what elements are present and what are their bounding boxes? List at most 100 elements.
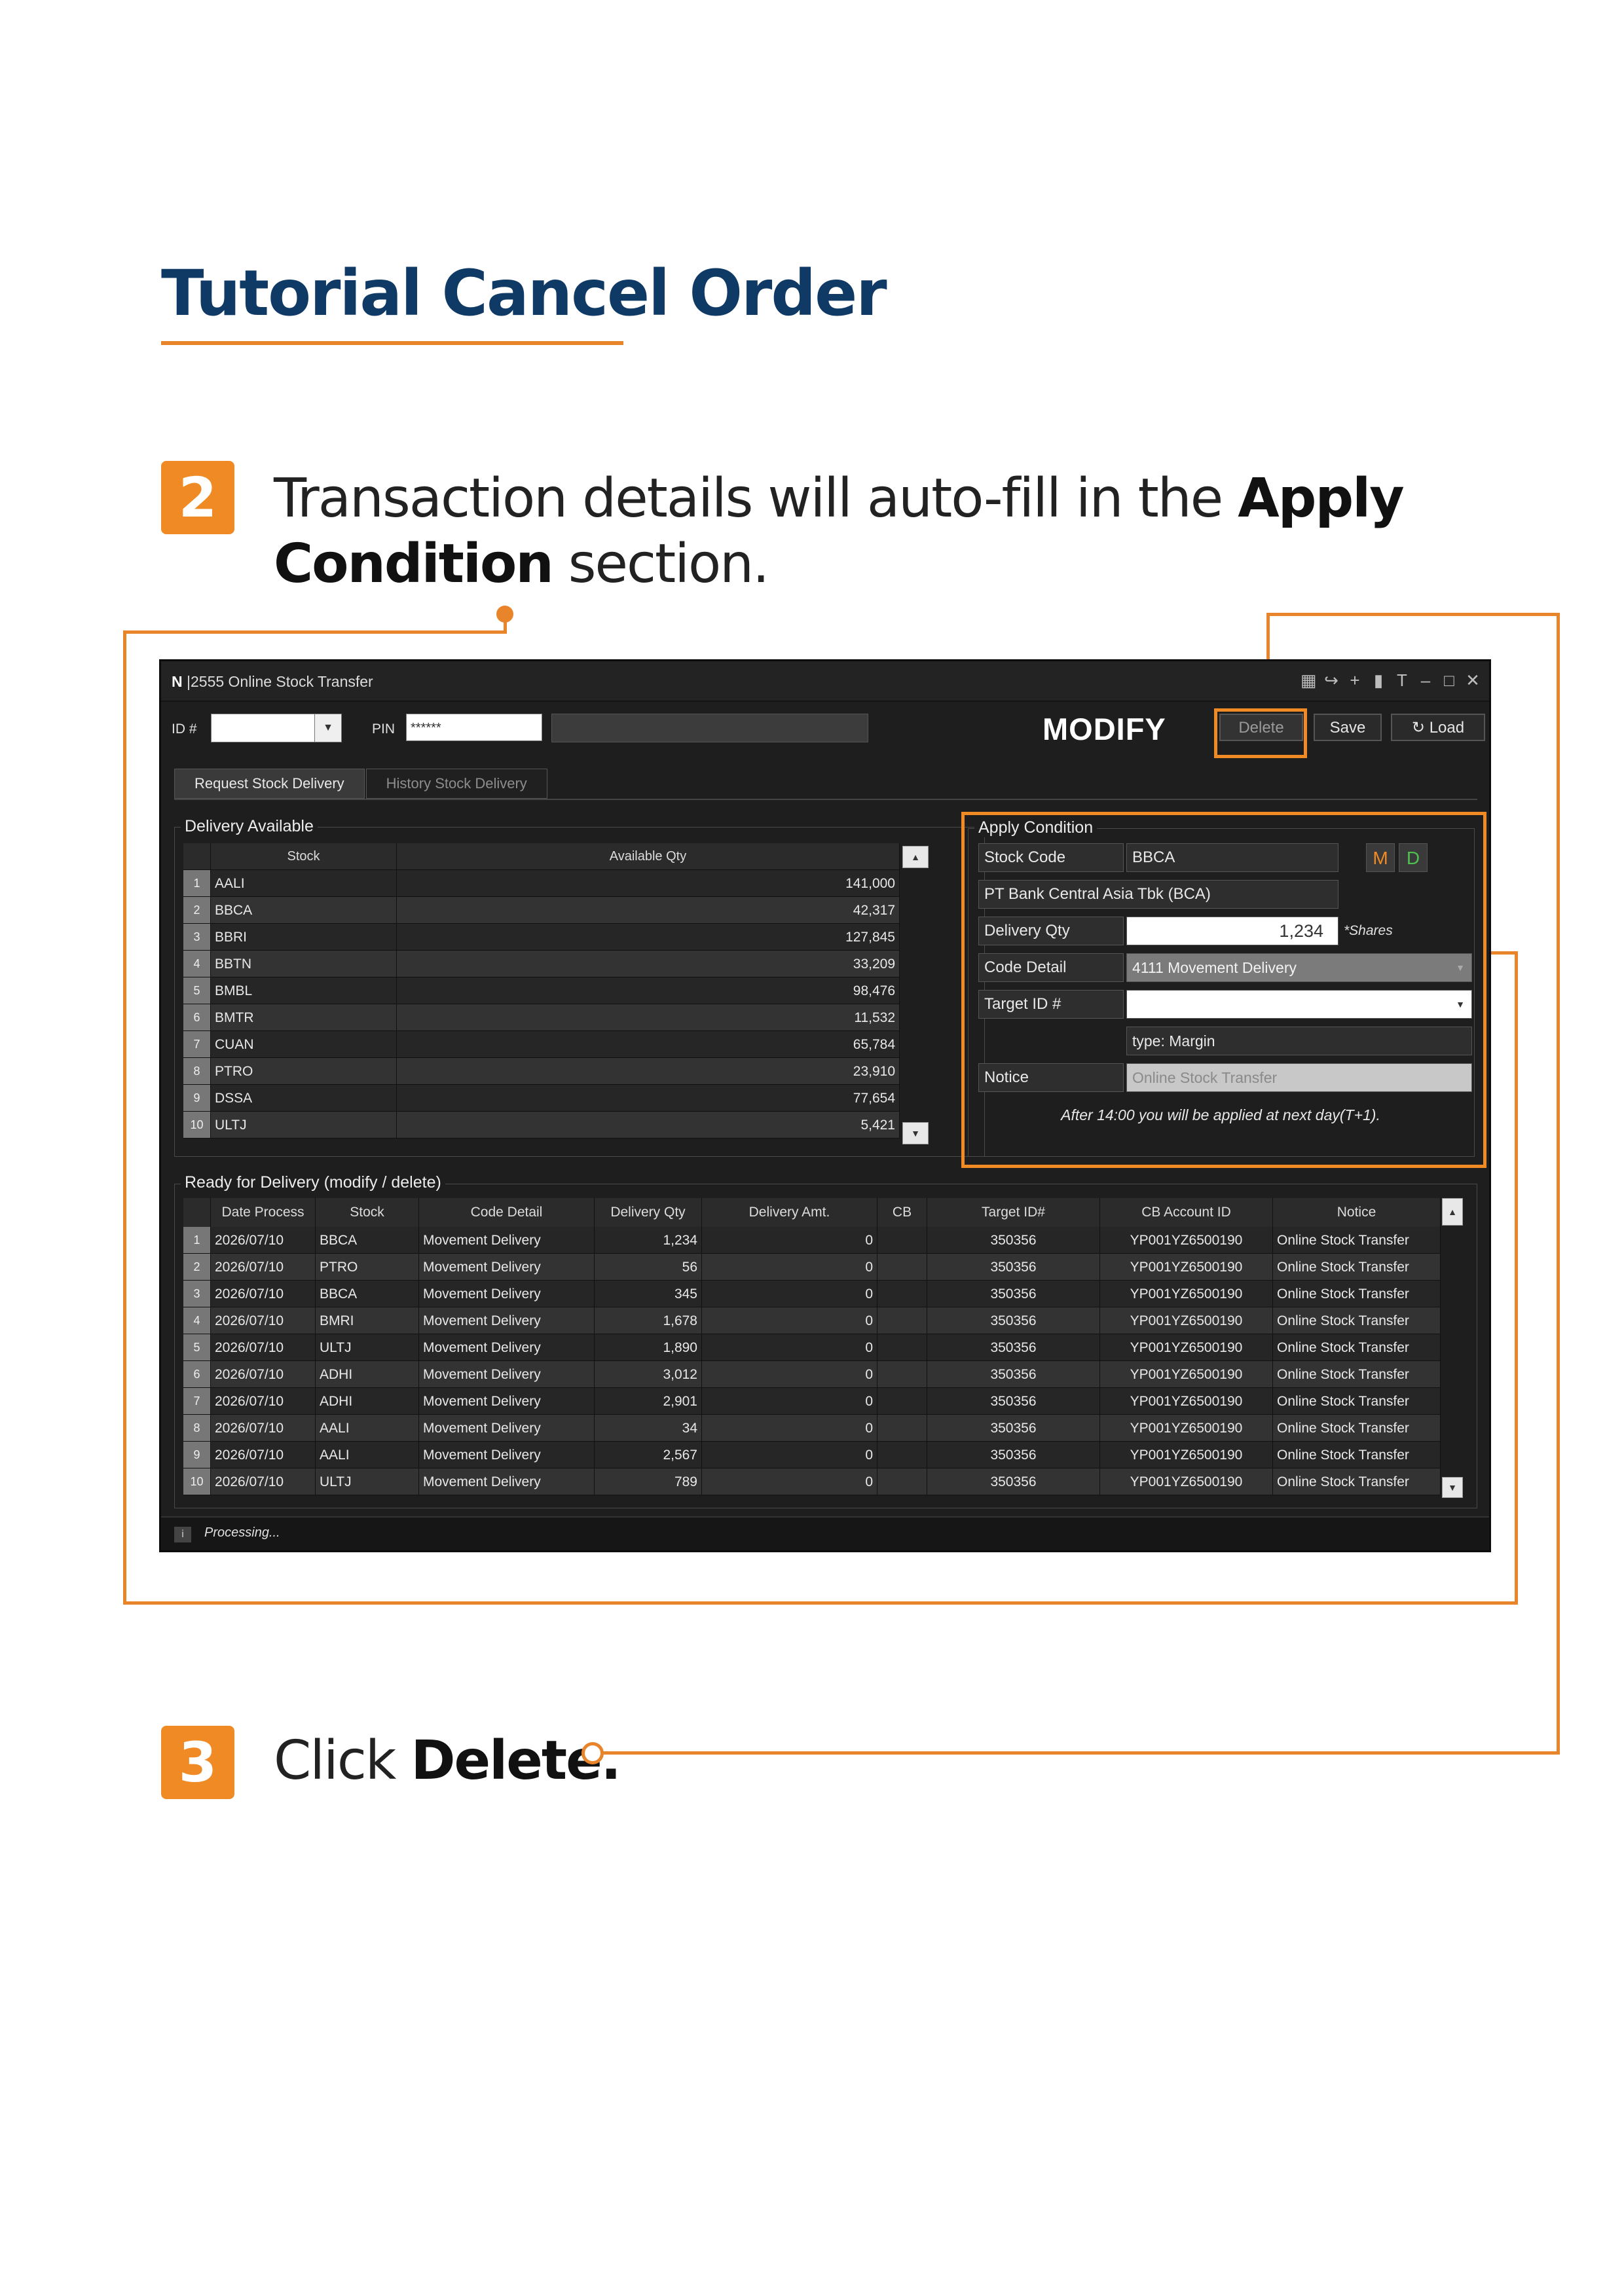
- row-number: 8: [183, 1058, 211, 1085]
- target-id-cell: 350356: [927, 1415, 1100, 1442]
- target-id-cell: 350356: [927, 1281, 1100, 1307]
- table-row[interactable]: 5 BMBL 98,476: [183, 977, 900, 1004]
- date-process-cell: 2026/07/10: [211, 1361, 316, 1388]
- delivery-amt-cell: 0: [702, 1415, 877, 1442]
- delivery-qty-cell: 1,890: [595, 1334, 702, 1361]
- tab-history-stock-delivery[interactable]: History Stock Delivery: [365, 769, 547, 799]
- step-3-text-a: Click: [274, 1730, 411, 1792]
- date-process-cell: 2026/07/10: [211, 1388, 316, 1415]
- save-button[interactable]: Save: [1314, 714, 1382, 741]
- target-id-cell: 350356: [927, 1442, 1100, 1468]
- scroll-down-button[interactable]: ▼: [902, 1122, 929, 1144]
- grid-icon[interactable]: ▦: [1301, 670, 1317, 691]
- table-row[interactable]: 4 2026/07/10 BMRI Movement Delivery 1,678 0 35…: [183, 1307, 1441, 1334]
- delivery-amt-cell: 0: [702, 1442, 877, 1468]
- date-process-cell: 2026/07/10: [211, 1281, 316, 1307]
- delivery-available-title: Delivery Available: [181, 817, 318, 836]
- pin-input[interactable]: ******: [406, 714, 542, 741]
- step-2-badge: 2: [161, 461, 234, 534]
- column-header-stock: Stock: [211, 843, 397, 869]
- trash-icon[interactable]: ▮: [1371, 670, 1386, 691]
- stock-cell: AALI: [211, 870, 397, 897]
- table-row[interactable]: 8 2026/07/10 AALI Movement Delivery 34 0 35035…: [183, 1415, 1441, 1442]
- id-dropdown-button[interactable]: ▼: [314, 714, 342, 742]
- table-row[interactable]: 8 PTRO 23,910: [183, 1058, 900, 1085]
- table-row[interactable]: 3 2026/07/10 BBCA Movement Delivery 345 0 3503…: [183, 1281, 1441, 1307]
- table-row[interactable]: 6 BMTR 11,532: [183, 1004, 900, 1031]
- row-number: 3: [183, 924, 211, 951]
- stock-cell: ADHI: [316, 1361, 419, 1388]
- row-number: 7: [183, 1031, 211, 1058]
- column-header-code-detail: Code Detail: [419, 1198, 595, 1227]
- cb-account-id-cell: YP001YZ6500190: [1100, 1281, 1273, 1307]
- stock-cell: ULTJ: [316, 1468, 419, 1495]
- stock-cell: ADHI: [316, 1388, 419, 1415]
- table-row[interactable]: 3 BBRI 127,845: [183, 924, 900, 951]
- table-row[interactable]: 2 BBCA 42,317: [183, 897, 900, 924]
- notice-cell: Online Stock Transfer: [1273, 1307, 1441, 1334]
- ready-for-delivery-title: Ready for Delivery (modify / delete): [181, 1173, 445, 1192]
- font-size-icon[interactable]: T: [1395, 670, 1409, 691]
- tab-request-stock-delivery[interactable]: Request Stock Delivery: [174, 769, 365, 799]
- export-icon[interactable]: ↪: [1324, 670, 1338, 691]
- table-row[interactable]: 7 CUAN 65,784: [183, 1031, 900, 1058]
- delivery-qty-cell: 2,901: [595, 1388, 702, 1415]
- code-detail-cell: Movement Delivery: [419, 1227, 595, 1254]
- scroll-up-button[interactable]: ▲: [1442, 1198, 1463, 1226]
- close-icon[interactable]: ✕: [1466, 670, 1480, 691]
- available-qty-cell: 98,476: [397, 977, 900, 1004]
- delivery-qty-cell: 1,234: [595, 1227, 702, 1254]
- stock-cell: BBRI: [211, 924, 397, 951]
- stock-cell: DSSA: [211, 1085, 397, 1112]
- table-row[interactable]: 10 2026/07/10 ULTJ Movement Delivery 789 0 350…: [183, 1468, 1441, 1495]
- maximize-icon[interactable]: □: [1442, 670, 1456, 691]
- row-number: 9: [183, 1085, 211, 1112]
- row-number: 1: [183, 870, 211, 897]
- code-detail-cell: Movement Delivery: [419, 1334, 595, 1361]
- row-number-header: [183, 843, 211, 869]
- id-label: ID #: [172, 721, 197, 737]
- table-row[interactable]: 1 AALI 141,000: [183, 870, 900, 897]
- minimize-icon[interactable]: –: [1418, 670, 1433, 691]
- connector-line: [602, 1751, 1560, 1755]
- step-2-bold-b: Condition: [274, 533, 554, 595]
- cb-cell: [877, 1388, 927, 1415]
- table-row[interactable]: 1 2026/07/10 BBCA Movement Delivery 1,234 0 35…: [183, 1227, 1441, 1254]
- stock-cell: AALI: [316, 1442, 419, 1468]
- column-header-stock: Stock: [316, 1198, 419, 1227]
- table-row[interactable]: 4 BBTN 33,209: [183, 951, 900, 977]
- stock-cell: PTRO: [211, 1058, 397, 1085]
- delivery-qty-cell: 789: [595, 1468, 702, 1495]
- stock-cell: BBCA: [316, 1227, 419, 1254]
- connector-line: [123, 630, 507, 634]
- app-logo: N: [172, 673, 183, 690]
- date-process-cell: 2026/07/10: [211, 1254, 316, 1281]
- table-row[interactable]: 10 ULTJ 5,421: [183, 1112, 900, 1139]
- table-row[interactable]: 5 2026/07/10 ULTJ Movement Delivery 1,890 0 35…: [183, 1334, 1441, 1361]
- cb-account-id-cell: YP001YZ6500190: [1100, 1468, 1273, 1495]
- date-process-cell: 2026/07/10: [211, 1307, 316, 1334]
- notice-cell: Online Stock Transfer: [1273, 1334, 1441, 1361]
- target-id-cell: 350356: [927, 1388, 1100, 1415]
- title-bar: N |2555 Online Stock Transfer ▦ ↪ + ▮ T …: [161, 661, 1489, 702]
- row-number: 10: [183, 1468, 211, 1495]
- delivery-amt-cell: 0: [702, 1227, 877, 1254]
- tabs-divider: [174, 799, 1477, 800]
- row-number: 4: [183, 951, 211, 977]
- scroll-up-button[interactable]: ▲: [902, 846, 929, 868]
- stock-cell: ULTJ: [316, 1334, 419, 1361]
- load-button[interactable]: ↻ Load: [1391, 714, 1485, 741]
- plus-icon[interactable]: +: [1348, 670, 1362, 691]
- code-detail-cell: Movement Delivery: [419, 1307, 595, 1334]
- table-row[interactable]: 9 2026/07/10 AALI Movement Delivery 2,567 0 35…: [183, 1442, 1441, 1468]
- table-row[interactable]: 9 DSSA 77,654: [183, 1085, 900, 1112]
- scroll-down-button[interactable]: ▼: [1442, 1477, 1463, 1498]
- id-input[interactable]: [211, 714, 316, 742]
- column-header-cb: CB: [877, 1198, 927, 1227]
- cb-cell: [877, 1254, 927, 1281]
- table-row[interactable]: 6 2026/07/10 ADHI Movement Delivery 3,012 0 35…: [183, 1361, 1441, 1388]
- row-number: 5: [183, 1334, 211, 1361]
- table-row[interactable]: 2 2026/07/10 PTRO Movement Delivery 56 0 35035…: [183, 1254, 1441, 1281]
- column-header-delivery-amt: Delivery Amt.: [702, 1198, 877, 1227]
- table-row[interactable]: 7 2026/07/10 ADHI Movement Delivery 2,901 0 35…: [183, 1388, 1441, 1415]
